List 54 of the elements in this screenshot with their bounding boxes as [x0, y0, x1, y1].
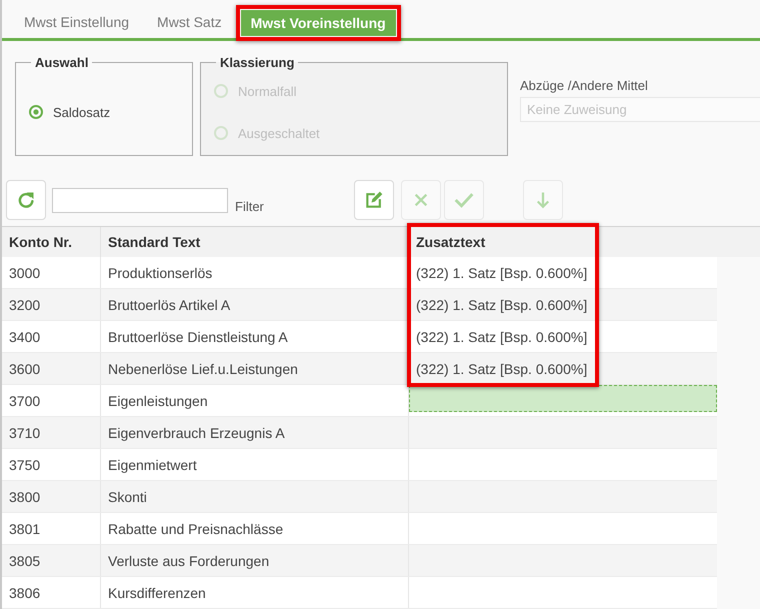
- field-label: Abzüge /Andere Mittel: [520, 78, 649, 93]
- table-row[interactable]: 3800 Skonti: [2, 481, 717, 513]
- table-cell: Bruttoerlös Artikel A: [101, 289, 409, 320]
- column-header[interactable]: Zusatztext: [409, 227, 717, 257]
- table-cell: 3805: [2, 545, 101, 576]
- edit-button[interactable]: [354, 180, 394, 220]
- refresh-button[interactable]: [6, 180, 46, 220]
- table-row[interactable]: 3000 Produktionserlös (322) 1. Satz [Bsp. 0.600%]: [2, 257, 717, 289]
- table-cell: 3200: [2, 289, 101, 320]
- table-cell: Kursdifferenzen: [101, 577, 409, 608]
- table-cell-text: (322) 1. Satz [Bsp. 0.600%]: [415, 296, 588, 315]
- table-cell: Verluste aus Forderungen: [101, 545, 409, 576]
- down-arrow-icon: [535, 191, 551, 209]
- table-cell: Bruttoerlöse Dienstleistung A: [101, 321, 409, 352]
- table-cell: 3800: [2, 481, 101, 512]
- refresh-icon: [16, 190, 36, 210]
- table-cell: 3600: [2, 353, 101, 384]
- table-row[interactable]: 3700 Eigenleistungen: [2, 385, 717, 417]
- tab[interactable]: Mwst Satz: [143, 0, 236, 38]
- table-row[interactable]: 3806 Kursdifferenzen: [2, 577, 717, 609]
- input-field[interactable]: Keine Zuweisung: [520, 97, 760, 122]
- table-cell: 3750: [2, 449, 101, 480]
- table-row[interactable]: 3801 Rabatte und Preisnachlässe: [2, 513, 717, 545]
- radio-option[interactable]: Saldosatz: [29, 104, 110, 120]
- table-cell: 3806: [2, 577, 101, 608]
- selected-cell[interactable]: [409, 385, 717, 412]
- table-cell: 3700: [2, 385, 101, 416]
- checkmark-icon: [454, 190, 474, 210]
- table-cell: Eigenverbrauch Erzeugnis A: [101, 417, 409, 448]
- pencil-square-icon: [364, 190, 384, 210]
- table-cell: 3801: [2, 513, 101, 544]
- table-cell-text: (322) 1. Satz [Bsp. 0.600%]: [415, 360, 588, 379]
- cross-icon: [413, 191, 429, 209]
- table-cell: Eigenmietwert: [101, 449, 409, 480]
- table-row[interactable]: 3600 Nebenerlöse Lief.u.Leistungen (322) 1. Satz [Bsp. 0.600%]: [2, 353, 717, 385]
- table-row[interactable]: 3750 Eigenmietwert: [2, 449, 717, 481]
- table-cell: Skonti: [101, 481, 409, 512]
- table-cell: 3000: [2, 257, 101, 288]
- table-cell: Nebenerlöse Lief.u.Leistungen: [101, 353, 409, 384]
- table-cell: Produktionserlös: [101, 257, 409, 288]
- filter-label: Filter: [235, 199, 264, 214]
- table-row[interactable]: 3200 Bruttoerlös Artikel A (322) 1. Satz [Bsp. 0.600%]: [2, 289, 717, 321]
- table-cell: 3400: [2, 321, 101, 352]
- table-row[interactable]: 3400 Bruttoerlöse Dienstleistung A (322) 1. Satz [Bsp. 0.600%]: [2, 321, 717, 353]
- table-cell: 3710: [2, 417, 101, 448]
- table-cell-text: (322) 1. Satz [Bsp. 0.600%]: [415, 264, 588, 283]
- table-cell-text: (322) 1. Satz [Bsp. 0.600%]: [415, 328, 588, 347]
- group-title: Klassierung: [219, 55, 296, 70]
- table-cell: Rabatte und Preisnachlässe: [101, 513, 409, 544]
- table-row[interactable]: 3805 Verluste aus Forderungen: [2, 545, 717, 577]
- tab[interactable]: Mwst Einstellung: [10, 0, 144, 38]
- filter-field[interactable]: [52, 188, 228, 212]
- group-title: Auswahl: [34, 55, 90, 70]
- table-row[interactable]: 3710 Eigenverbrauch Erzeugnis A: [2, 417, 717, 449]
